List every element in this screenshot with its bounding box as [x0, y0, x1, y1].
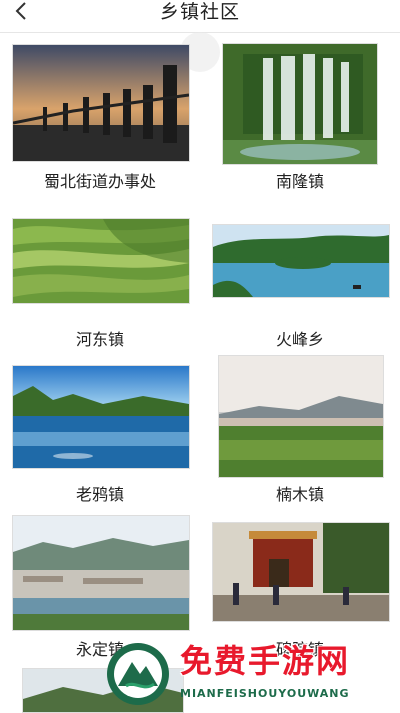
- town-photo-6: [12, 515, 190, 631]
- town-name: 老鸦镇: [75, 485, 124, 504]
- town-name: 楠木镇: [275, 485, 324, 504]
- top-bar: 乡镇社区: [0, 0, 400, 33]
- town-photo-2: [12, 218, 190, 304]
- town-name: 河东镇: [75, 330, 124, 349]
- town-photo-4: [12, 365, 190, 469]
- page-title: 乡镇社区: [159, 1, 240, 23]
- town-photo-1: [222, 43, 378, 165]
- town-photo-0: [12, 44, 190, 162]
- town-photo-3: [212, 224, 390, 298]
- town-photo-5: [218, 355, 384, 478]
- watermark-subtitle: MIANFEISHOUYOUWANG: [180, 687, 350, 700]
- town-photo-7: [212, 522, 390, 622]
- town-name: 蜀北街道办事处: [43, 172, 156, 191]
- site-watermark: 免费手游网 MIANFEISHOUYOUWANG: [104, 636, 400, 711]
- watermark-title: 免费手游网: [180, 642, 351, 680]
- town-name: 火峰乡: [275, 330, 324, 349]
- watermark-logo-icon: [104, 640, 172, 708]
- town-name: 南隆镇: [275, 172, 324, 191]
